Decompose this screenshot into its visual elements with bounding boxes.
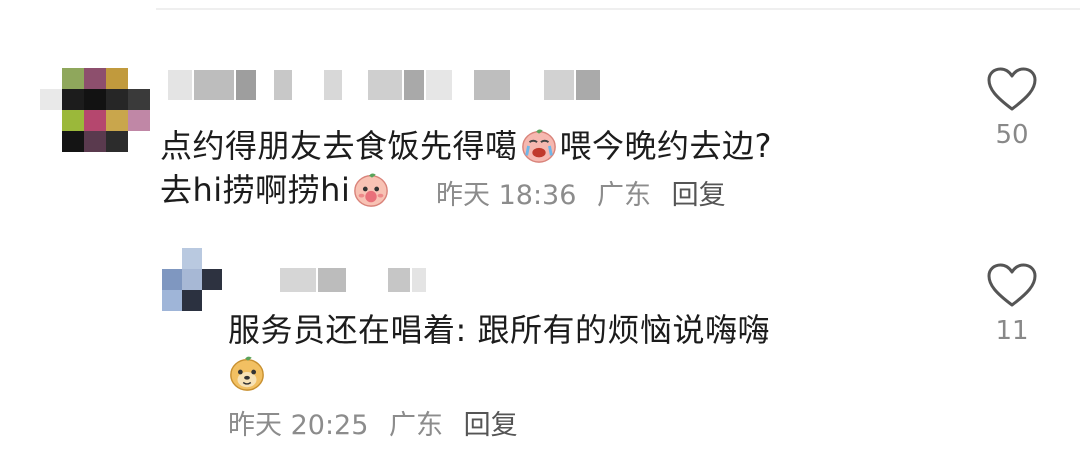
like-block: 50	[972, 66, 1052, 150]
reply-button[interactable]: 回复	[672, 180, 726, 211]
reply-text-part: 服务员还在唱着: 跟所有的烦恼说嗨嗨	[228, 311, 770, 349]
avatar[interactable]	[40, 68, 150, 152]
like-count: 50	[995, 120, 1029, 150]
username-blurred[interactable]	[168, 70, 600, 100]
like-count: 11	[995, 316, 1029, 346]
reply-meta: 昨天 20:25 广东 回复	[228, 408, 530, 444]
reply-location: 广东	[389, 410, 443, 441]
top-divider	[156, 8, 1080, 10]
heart-icon[interactable]	[986, 262, 1038, 308]
reply-text: 服务员还在唱着: 跟所有的烦恼说嗨嗨	[228, 308, 948, 396]
comment-text-part: 喂今晚约去边?	[559, 127, 773, 165]
comment-location: 广东	[597, 180, 651, 211]
comment-meta: 昨天 18:36 广东 回复	[436, 178, 738, 214]
comment-text-part: 点约得朋友去食饭先得噶	[160, 127, 518, 165]
happy-face-emoji-icon	[230, 356, 264, 391]
reply-button[interactable]: 回复	[464, 410, 518, 441]
like-block: 11	[972, 262, 1052, 346]
username-blurred[interactable]	[280, 268, 426, 292]
comment-text-part: 去hi捞啊捞hi	[160, 171, 351, 209]
heart-icon[interactable]	[986, 66, 1038, 112]
crying-emoji-icon	[521, 129, 556, 163]
avatar[interactable]	[162, 248, 222, 311]
blushing-emoji-icon	[354, 173, 389, 207]
comment-date: 昨天 18:36	[436, 180, 577, 211]
reply-date: 昨天 20:25	[228, 410, 369, 441]
